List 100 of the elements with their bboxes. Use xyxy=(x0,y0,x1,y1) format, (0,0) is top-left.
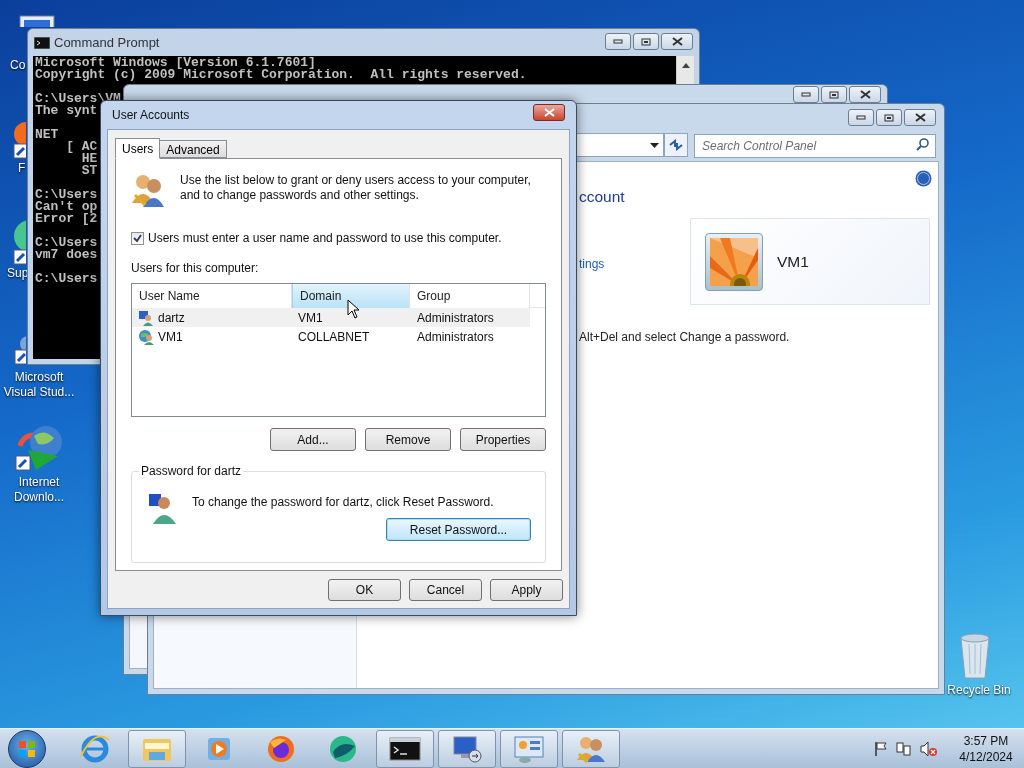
list-label: Users for this computer: xyxy=(131,260,260,277)
maximize-icon xyxy=(884,113,894,122)
control-panel-icon xyxy=(513,733,545,764)
cursor-icon xyxy=(347,299,361,319)
close-button[interactable] xyxy=(849,86,881,103)
windows-logo-icon xyxy=(18,739,36,758)
close-button[interactable] xyxy=(533,103,565,121)
terminal-icon xyxy=(34,36,50,49)
browser-icon xyxy=(266,733,296,764)
user-icon xyxy=(138,309,154,326)
close-button[interactable] xyxy=(661,33,693,50)
app-icon xyxy=(327,733,359,764)
maximize-button[interactable] xyxy=(876,109,902,126)
column-header[interactable]: Domain xyxy=(292,284,410,308)
note-text: Alt+Del and select Change a password. xyxy=(579,329,791,346)
table-cell-text: COLLABNET xyxy=(298,328,370,346)
checkbox-label: Users must enter a user name and password to use this computer. xyxy=(148,230,502,247)
browser-icon xyxy=(79,733,111,764)
desktop-icon-label[interactable]: F xyxy=(18,161,28,176)
console-line: Microsoft Windows [Version 6.1.7601] xyxy=(35,57,316,69)
window-title: User Accounts xyxy=(112,107,190,124)
dialog-button[interactable]: Cancel xyxy=(409,579,482,601)
search-icon[interactable] xyxy=(916,138,929,151)
user-row[interactable]: dartz VM1 Administrators xyxy=(132,308,530,327)
maximize-button[interactable] xyxy=(633,33,659,50)
password-text: To change the password for dartz, click Reset Password. xyxy=(192,494,494,511)
browser-icon[interactable] xyxy=(12,120,26,160)
close-button[interactable] xyxy=(904,109,936,126)
start-button[interactable] xyxy=(8,729,46,768)
column-header[interactable]: Group xyxy=(410,284,530,308)
console-line: HE xyxy=(80,153,98,165)
users-icon xyxy=(131,173,164,207)
table-cell-text: Administrators xyxy=(417,328,494,346)
console-line: NET xyxy=(35,129,59,141)
app-icon[interactable] xyxy=(14,336,26,366)
minimize-button[interactable] xyxy=(848,109,874,126)
minimize-icon xyxy=(801,91,811,98)
window-title: Command Prompt xyxy=(54,33,160,52)
maximize-icon xyxy=(641,37,651,46)
table-cell-text: VM1 xyxy=(298,309,323,327)
console-line: ST xyxy=(80,165,98,177)
list-button[interactable]: Remove xyxy=(365,428,451,451)
maximize-button[interactable] xyxy=(821,86,847,103)
globe-icon[interactable] xyxy=(14,424,64,472)
minimize-button[interactable] xyxy=(605,33,631,50)
network-icon[interactable] xyxy=(896,740,912,757)
flag-icon[interactable] xyxy=(874,740,888,757)
desktop-icon-label[interactable]: Co xyxy=(10,58,27,73)
console-line: Can't op xyxy=(35,201,98,213)
search-field[interactable]: Search Control Panel xyxy=(694,134,936,158)
help-icon[interactable] xyxy=(915,170,932,187)
intro-text: Use the list below to grant or deny users access to your computer, and to change passwords and other settings. xyxy=(180,173,532,204)
console-line: vm7 does xyxy=(35,249,98,261)
scroll-up-icon xyxy=(681,62,690,68)
page-heading: ccount xyxy=(579,187,625,207)
minimize-icon xyxy=(856,114,866,121)
close-icon xyxy=(859,90,871,99)
taskbar-button[interactable] xyxy=(376,729,434,768)
muted-speaker-icon[interactable] xyxy=(920,740,938,757)
table-cell-text: VM1 xyxy=(158,328,183,346)
console-line: The synt xyxy=(35,105,98,117)
list-button[interactable]: Add... xyxy=(270,428,356,451)
checkbox[interactable] xyxy=(131,231,144,245)
remote-desktop-icon xyxy=(451,733,483,764)
console-line: C:\Users\VM xyxy=(35,93,121,105)
desktop-icon-label[interactable]: Microsoft Visual Stud... xyxy=(0,370,78,400)
dialog-button[interactable]: OK xyxy=(328,579,401,601)
console-line: C:\Users xyxy=(35,237,98,249)
maximize-icon xyxy=(829,90,839,99)
tab[interactable]: Users xyxy=(115,138,161,159)
close-icon xyxy=(914,113,926,122)
user-icon xyxy=(148,492,178,524)
desktop-icon-label[interactable]: Internet Downlo... xyxy=(0,475,78,505)
table-cell-text: Administrators xyxy=(417,309,494,327)
refresh-button[interactable] xyxy=(664,133,688,157)
terminal-icon xyxy=(389,735,421,762)
dialog-button[interactable]: Apply xyxy=(490,579,563,601)
column-header[interactable]: User Name xyxy=(132,284,292,308)
close-icon xyxy=(543,107,555,117)
console-line: [ AC xyxy=(65,141,98,153)
clock[interactable]: 3:57 PM 4/12/2024 xyxy=(956,732,1016,765)
tab[interactable]: Advanced xyxy=(160,140,227,158)
account-name: VM1 xyxy=(777,251,809,272)
console-line: Error [2 xyxy=(35,213,98,225)
console-line: C:\Users xyxy=(35,189,98,201)
table-cell-text: dartz xyxy=(158,309,185,327)
close-icon xyxy=(671,37,683,46)
console-line: C:\Users xyxy=(35,273,98,285)
dropdown-arrow-icon[interactable] xyxy=(650,142,659,148)
minimize-icon xyxy=(613,38,623,45)
list-button[interactable]: Properties xyxy=(460,428,546,451)
clock-date: 4/12/2024 xyxy=(959,748,1013,765)
reset-password-button[interactable]: Reset Password... xyxy=(386,518,531,541)
clock-time: 3:57 PM xyxy=(963,732,1009,749)
minimize-button[interactable] xyxy=(793,86,819,103)
app-icon[interactable] xyxy=(12,218,26,268)
console-line: Copyright (c) 2009 Microsoft Corporation. All rights reserved. xyxy=(35,69,527,81)
user-icon xyxy=(138,328,154,345)
settings-link[interactable]: tings xyxy=(579,255,605,273)
refresh-icon xyxy=(669,139,683,151)
